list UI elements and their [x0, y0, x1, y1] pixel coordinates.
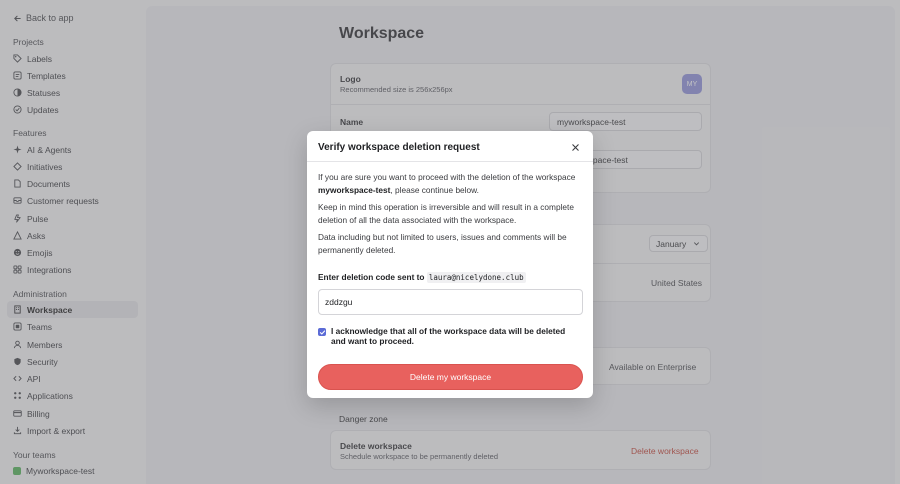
- dialog-title: Verify workspace deletion request: [318, 142, 480, 153]
- deletion-code-input[interactable]: zddzgu: [318, 289, 583, 315]
- verify-deletion-dialog: Verify workspace deletion request If you…: [307, 131, 593, 398]
- close-icon[interactable]: [570, 142, 581, 153]
- dialog-paragraph-data: Data including but not limited to users,…: [318, 232, 567, 255]
- deletion-code-label: Enter deletion code sent to laura@nicely…: [318, 272, 526, 283]
- confirm-text-start: If you are sure you want to proceed with…: [318, 172, 576, 182]
- recipient-email: laura@nicelydone.club: [426, 272, 526, 283]
- check-icon: [319, 329, 325, 335]
- acknowledge-checkbox[interactable]: [318, 328, 326, 336]
- confirm-text-end: , please continue below.: [390, 184, 479, 195]
- code-label-text: Enter deletion code sent to: [318, 272, 425, 282]
- delete-my-workspace-button[interactable]: Delete my workspace: [318, 364, 583, 390]
- acknowledge-label[interactable]: I acknowledge that all of the workspace …: [331, 326, 581, 346]
- dialog-paragraph-confirm: If you are sure you want to proceed with…: [318, 171, 582, 196]
- workspace-name-bold: myworkspace-test: [318, 184, 391, 195]
- dialog-paragraph-warning: Keep in mind this operation is irreversi…: [318, 202, 574, 225]
- dialog-divider: [307, 161, 593, 162]
